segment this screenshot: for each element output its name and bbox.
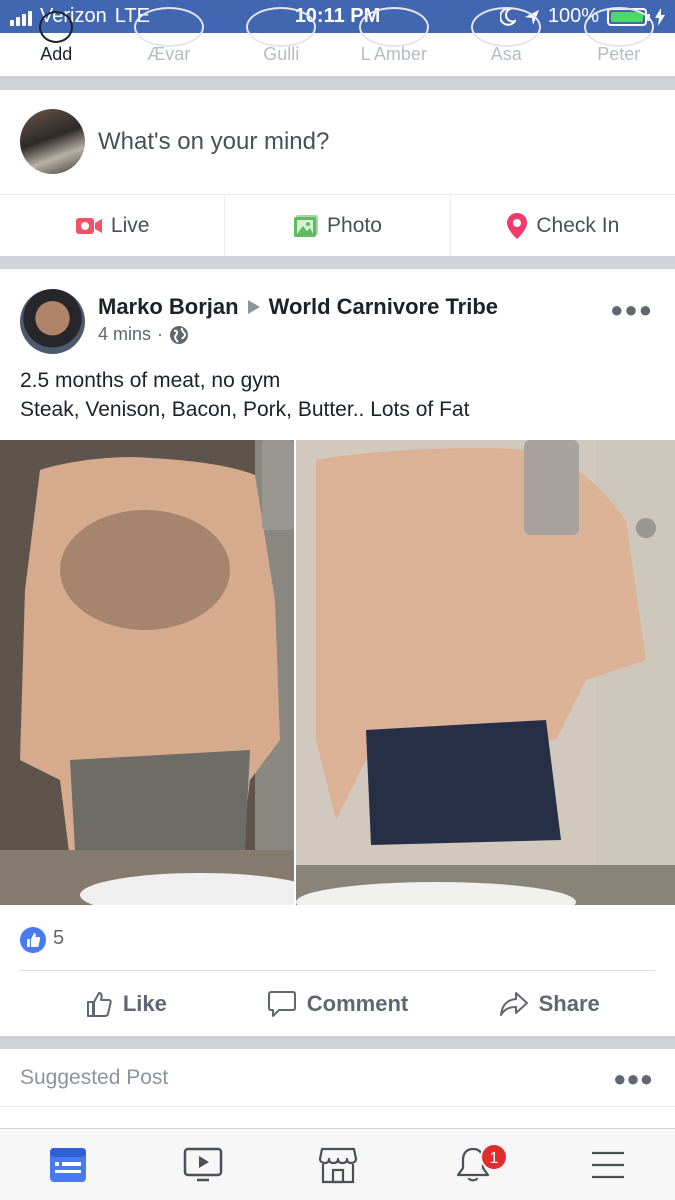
story-add[interactable]: Add xyxy=(0,11,113,76)
location-pin-icon xyxy=(507,212,528,239)
story-label: Gulli xyxy=(263,44,300,64)
post-meta: 4 mins · xyxy=(98,324,189,345)
like-reaction-icon xyxy=(20,927,46,953)
story-avatar[interactable] xyxy=(583,7,654,47)
composer[interactable]: What's on your mind? xyxy=(0,90,675,194)
group-name[interactable]: World Carnivore Tribe xyxy=(269,294,498,320)
live-video-icon xyxy=(75,217,102,234)
story-item[interactable]: Asa xyxy=(450,7,563,76)
story-item[interactable]: Gulli xyxy=(225,7,338,76)
globe-icon xyxy=(170,325,189,344)
composer-input[interactable]: What's on your mind? xyxy=(98,128,329,156)
section-divider xyxy=(0,76,675,90)
notification-badge: 1 xyxy=(480,1143,508,1171)
triangle-right-icon xyxy=(247,300,260,314)
bottom-tab-bar: 1 xyxy=(0,1128,675,1200)
post-options-icon[interactable]: ●●● xyxy=(610,297,653,323)
story-item[interactable]: Ævar xyxy=(113,7,226,76)
author-avatar[interactable] xyxy=(20,289,85,354)
watch-icon xyxy=(183,1147,222,1181)
like-count[interactable]: 5 xyxy=(53,927,64,950)
like-label: Like xyxy=(122,990,167,1016)
post-likes-row[interactable]: 5 xyxy=(0,905,675,971)
photo-label: Photo xyxy=(327,213,382,237)
meta-separator: · xyxy=(157,324,164,344)
composer-actions: Live Photo Check In xyxy=(0,194,675,256)
like-button[interactable]: Like xyxy=(20,971,232,1036)
status-bar: Verizon LTE 10:11 PM 100% xyxy=(0,0,675,33)
feed-post: Marko Borjan World Carnivore Tribe 4 min… xyxy=(0,269,675,440)
comment-button[interactable]: Comment xyxy=(232,971,444,1036)
photo-before-illustration xyxy=(0,440,294,905)
post-author-line: Marko Borjan World Carnivore Tribe xyxy=(98,294,498,320)
post-text-line: Steak, Venison, Bacon, Pork, Butter.. Lo… xyxy=(20,398,470,421)
story-label: Peter xyxy=(597,44,641,64)
menu-icon xyxy=(591,1151,624,1178)
tab-news-feed[interactable] xyxy=(0,1129,135,1200)
suggested-options-icon[interactable]: ●●● xyxy=(613,1066,653,1092)
photo-button[interactable]: Photo xyxy=(225,195,451,256)
story-item[interactable]: Peter xyxy=(563,7,675,76)
tab-notifications[interactable]: 1 xyxy=(405,1129,540,1200)
share-arrow-icon xyxy=(499,991,528,1016)
post-time[interactable]: 4 mins xyxy=(98,324,151,345)
user-avatar[interactable] xyxy=(20,109,85,174)
post-text-line: 2.5 months of meat, no gym xyxy=(20,369,281,392)
tab-marketplace[interactable] xyxy=(270,1129,405,1200)
photo-after-illustration xyxy=(296,440,675,905)
section-divider xyxy=(0,1036,675,1049)
story-label: Add xyxy=(40,44,73,64)
suggested-post-label: Suggested Post xyxy=(20,1066,169,1089)
live-label: Live xyxy=(110,213,150,237)
story-label: Asa xyxy=(490,44,522,64)
tab-menu[interactable] xyxy=(540,1129,675,1200)
story-avatar[interactable] xyxy=(39,11,74,43)
author-name[interactable]: Marko Borjan xyxy=(98,294,239,320)
section-divider xyxy=(0,256,675,269)
story-item[interactable]: L Amber xyxy=(338,7,451,76)
story-avatar[interactable] xyxy=(358,7,429,47)
comment-icon xyxy=(267,990,296,1017)
story-avatar[interactable] xyxy=(246,7,317,47)
post-photo-after[interactable] xyxy=(296,440,675,905)
charging-bolt-icon xyxy=(655,7,665,26)
story-label: L Amber xyxy=(360,44,427,64)
check-in-button[interactable]: Check In xyxy=(451,195,675,256)
thumbs-up-icon xyxy=(86,991,112,1017)
story-label: Ævar xyxy=(147,44,191,64)
stories-strip[interactable]: Add Ævar Gulli L Amber Asa Peter xyxy=(0,7,675,76)
photo-icon xyxy=(294,214,319,237)
post-text: 2.5 months of meat, no gym Steak, Veniso… xyxy=(20,366,469,424)
share-label: Share xyxy=(538,990,600,1016)
story-avatar[interactable] xyxy=(471,7,542,47)
live-button[interactable]: Live xyxy=(0,195,226,256)
story-avatar[interactable] xyxy=(133,7,204,47)
tab-watch[interactable] xyxy=(135,1129,270,1200)
check-in-label: Check In xyxy=(536,213,620,237)
marketplace-icon xyxy=(318,1147,357,1183)
news-feed-icon xyxy=(49,1147,86,1182)
suggested-post-header: Suggested Post ●●● xyxy=(0,1049,675,1107)
comment-label: Comment xyxy=(306,990,409,1016)
post-actions: Like Comment Share xyxy=(20,970,655,1036)
share-button[interactable]: Share xyxy=(443,971,655,1036)
post-photo-before[interactable] xyxy=(0,440,294,905)
